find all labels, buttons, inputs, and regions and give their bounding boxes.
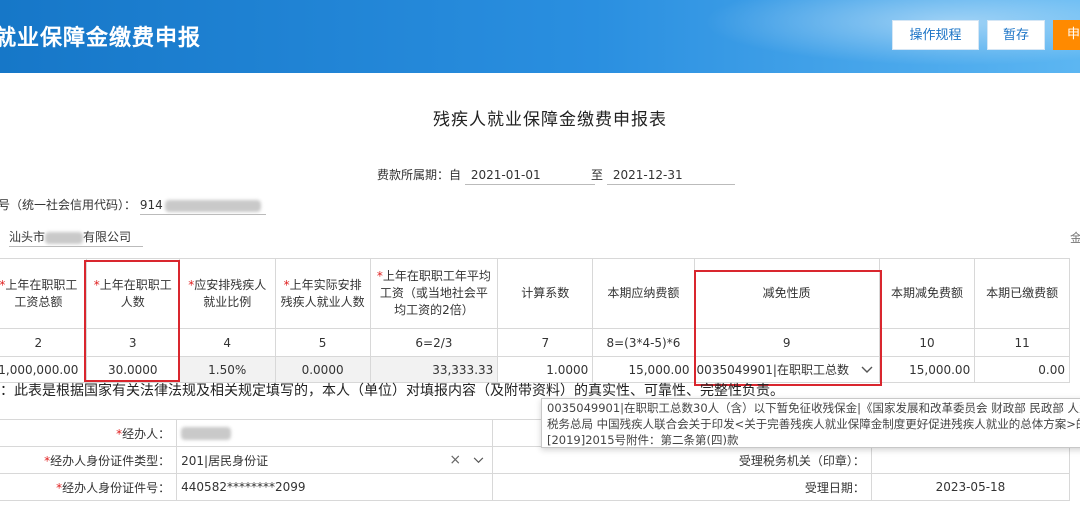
index-cell: 8=(3*4-5)*6 [592,328,695,357]
agent-label: *经办人： [0,419,178,447]
tooltip-line: [2019]2015号附件：第二条第(四)款 [547,433,739,447]
index-cell: 6=2/3 [369,328,499,357]
header-cell: *应安排残疾人就业比例 [178,258,276,329]
payable-amount-value: 15,000.00 [592,356,695,383]
submit-button[interactable]: 申 [1053,20,1080,50]
agent-name-input[interactable] [176,419,493,447]
operation-rules-button[interactable]: 操作规程 [892,20,979,50]
index-cell: 7 [497,328,594,357]
table-header-row: *上年在职职工工资总额 *上年在职职工人数 *应安排残疾人就业比例 *上年实际安… [0,258,1070,329]
page-title: 就业保障金缴费申报 [0,26,202,51]
disabled-employed-value: 0.0000 [274,356,371,383]
id-type-value: 201|居民身份证 [181,453,269,468]
header-cell: *上年在职职工年平均工资（或当地社会平均工资的2倍） [369,258,499,329]
header-cell: *上年在职职工人数 [85,258,180,329]
taxpayer-id-field: 号（统一社会信用代码）： 914 [0,195,266,215]
index-cell: 2 [0,328,87,357]
taxpayer-name-value: 汕头市 有限公司 [9,227,143,247]
wage-total-input[interactable]: 1,000,000.00 [0,356,87,383]
chevron-down-icon[interactable] [861,366,873,374]
tax-office-label: 受理税务机关（印章）： [491,446,872,474]
right-fragment: 金 [1070,231,1080,245]
header-cell: 本期应纳费额 [592,258,695,329]
header-cell: 计算系数 [497,258,594,329]
header-cell: 本期已缴费额 [974,258,1070,329]
average-wage-value: 33,333.33 [369,356,499,383]
period-to: 至 2021-12-31 [591,165,735,185]
taxpayer-id-label: 号（统一社会信用代码）： [0,198,137,212]
index-cell: 11 [974,328,1070,357]
fee-declaration-table: *上年在职职工工资总额 *上年在职职工人数 *应安排残疾人就业比例 *上年实际安… [0,258,1070,383]
values-row: 1,000,000.00 30.0000 1.50% 0.0000 33,333… [0,356,1070,383]
period-from: 费款所属期：自 2021-01-01 [377,165,595,185]
clear-icon[interactable]: × [449,452,461,468]
id-number-input[interactable]: 440582********2099 [176,473,493,501]
index-cell: 3 [85,328,180,357]
index-cell: 4 [178,328,276,357]
index-cell: 5 [274,328,371,357]
column-index-row: 2 3 4 5 6=2/3 7 8=(3*4-5)*6 9 10 11 [0,328,1070,357]
employee-count-input[interactable]: 30.0000 [85,356,180,383]
id-type-select[interactable]: 201|居民身份证 × [176,446,493,474]
id-type-row: *经办人身份证件类型： 201|居民身份证 × 受理税务机关（印章）： [0,446,1071,474]
accept-date-value: 2023-05-18 [870,473,1071,501]
header-cell: 减免性质 [693,258,880,329]
top-header: 就业保障金缴费申报 操作规程 暂存 申 [0,0,1080,73]
disabled-ratio-value: 1.50% [178,356,276,383]
index-cell: 10 [878,328,976,357]
declaration-note: ：此表是根据国家有关法律法规及相关规定填写的，本人（单位）对填报内容（及附带资料… [0,383,784,399]
form-title: 残疾人就业保障金缴费申报表 [433,110,667,130]
tooltip-line: 0035049901|在职职工总数30人（含）以下暂免征收残保金|《国家发展和改… [547,401,1080,415]
paid-amount-input[interactable]: 0.00 [974,356,1070,383]
header-cell: *上年实际安排残疾人就业人数 [274,258,371,329]
reduction-type-value: 0035049901|在职职工总数 [696,363,849,377]
period-to-input[interactable]: 2021-12-31 [606,165,735,185]
reduction-amount-value: 15,000.00 [878,356,976,383]
accept-date-label: 受理日期： [491,473,872,501]
header-cell: 本期减免费额 [878,258,976,329]
reduction-type-tooltip: 0035049901|在职职工总数30人（含）以下暂免征收残保金|《国家发展和改… [541,398,1080,448]
tooltip-line: 税务总局 中国残疾人联合会关于印发<关于完善残疾人就业保障金制度更好促进残疾人就… [547,417,1080,431]
index-cell: 9 [693,328,880,357]
taxpayer-name-field: 汕头市 有限公司 [9,227,143,247]
period-from-input[interactable]: 2021-01-01 [464,165,595,185]
id-type-label: *经办人身份证件类型： [0,446,178,474]
save-draft-button[interactable]: 暂存 [987,20,1045,50]
coefficient-value: 1.0000 [497,356,594,383]
period-from-label: 费款所属期：自 [377,168,462,182]
id-number-label: *经办人身份证件号： [0,473,178,501]
header-cell: *上年在职职工工资总额 [0,258,87,329]
period-to-label: 至 [591,168,604,182]
tax-office-value [870,446,1071,474]
reduction-type-select[interactable]: 0035049901|在职职工总数 [693,356,880,383]
taxpayer-id-value: 914 [139,195,266,215]
chevron-down-icon[interactable] [473,457,484,464]
id-number-row: *经办人身份证件号： 440582********2099 受理日期： 2023… [0,473,1071,501]
